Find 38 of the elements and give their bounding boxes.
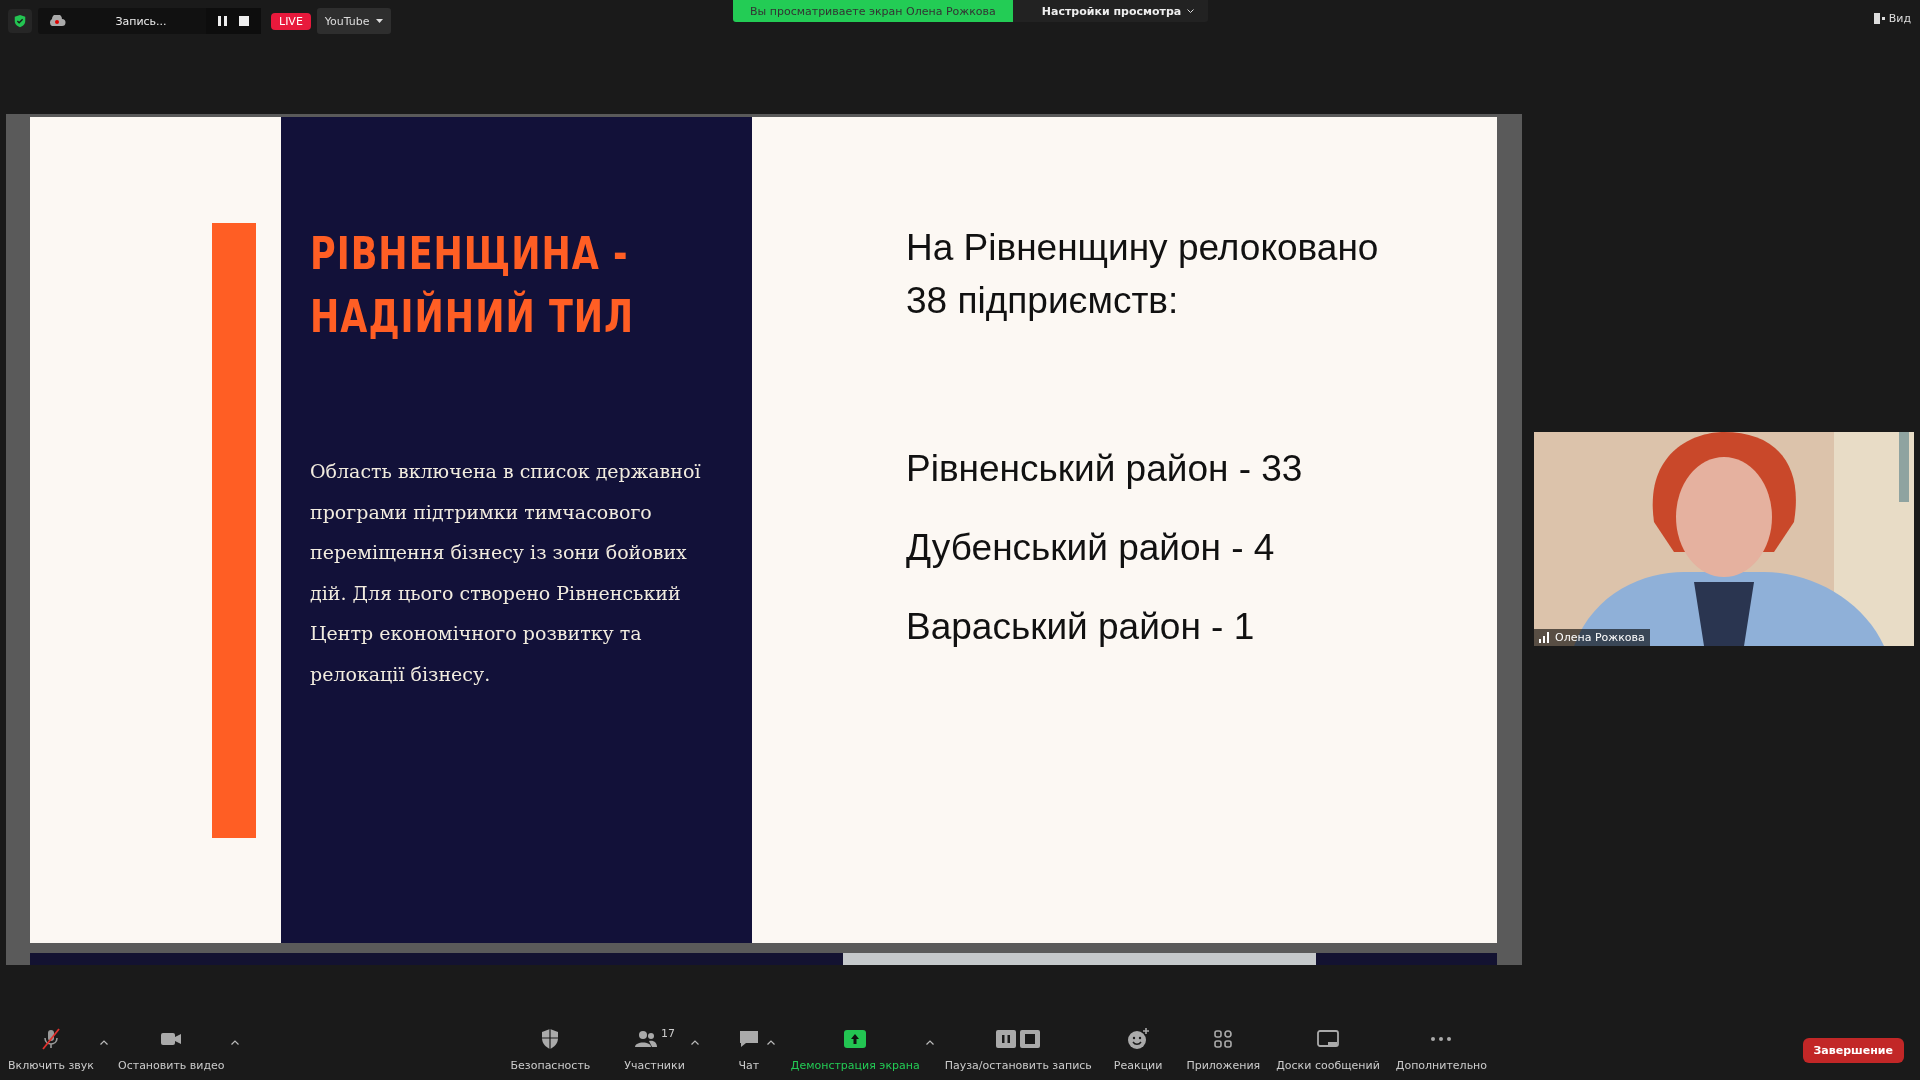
share-screen-icon xyxy=(843,1027,868,1051)
smiley-icon xyxy=(1126,1027,1151,1051)
chevron-icon xyxy=(1187,8,1195,14)
pause-icon xyxy=(218,16,227,26)
toolbar-button[interactable]: Чат xyxy=(736,1025,761,1074)
muted-microphone-icon xyxy=(39,1027,63,1051)
district-item: Рівненський район - 33 xyxy=(906,449,1304,489)
caret-icon xyxy=(375,19,383,23)
toolbar-button[interactable]: Включить звук xyxy=(8,1025,94,1074)
district-item: Вараський район - 1 xyxy=(906,607,1256,647)
view-options-dropdown[interactable]: Настройки просмотра xyxy=(1012,0,1209,22)
layout-icon xyxy=(1873,13,1885,24)
view-button[interactable]: Вид xyxy=(1870,9,1914,28)
toolbar-button[interactable]: Пауза/остановить запись xyxy=(944,1025,1092,1074)
slide-paragraph: Область включена в список державної програми підтримки тимчасового переміщення бізнесу із зони бойових дій. Для цього створено Рівненський Центр економічного розвитку та релокації бізнесу. xyxy=(310,459,702,687)
participant-name: Олена Рожкова xyxy=(1555,631,1645,644)
toolbar-button[interactable]: Безопасность xyxy=(510,1025,591,1074)
more-icon xyxy=(1431,1037,1452,1041)
live-badge: LIVE xyxy=(271,12,311,30)
toolbar-button[interactable]: 17 Участники xyxy=(624,1025,685,1074)
toolbar-button[interactable]: Доски сообщений xyxy=(1276,1025,1380,1074)
district-item: Дубенський район - 4 xyxy=(906,528,1276,568)
stream-dropdown[interactable]: YouTube xyxy=(316,8,391,34)
end-button[interactable]: Завершение xyxy=(1802,1038,1904,1063)
signal-icon xyxy=(1539,632,1550,643)
toolbar-button[interactable]: Реакции xyxy=(1113,1025,1163,1074)
slide-title: РІВНЕНЩИНА - НАДІЙНИЙ ТИЛ xyxy=(310,228,636,344)
cloud-record-icon xyxy=(48,15,66,27)
slide-heading: На Рівненщину релоковано 38 підприємств: xyxy=(906,226,1380,323)
toolbar-button[interactable]: Дополнительно xyxy=(1395,1025,1488,1074)
security-shield-icon xyxy=(8,9,32,33)
toolbar-button[interactable]: Демонстрация экрана xyxy=(790,1025,920,1074)
recording-status: Запись... xyxy=(114,14,168,28)
screen-share-banner: Вы просматриваете экран Олена Рожкова xyxy=(733,0,1013,22)
toolbar-button[interactable]: Остановить видео xyxy=(118,1025,225,1074)
pause-stop-icon xyxy=(996,1027,1041,1051)
stop-icon xyxy=(239,16,249,26)
toolbar-button[interactable]: Приложения xyxy=(1186,1025,1261,1074)
